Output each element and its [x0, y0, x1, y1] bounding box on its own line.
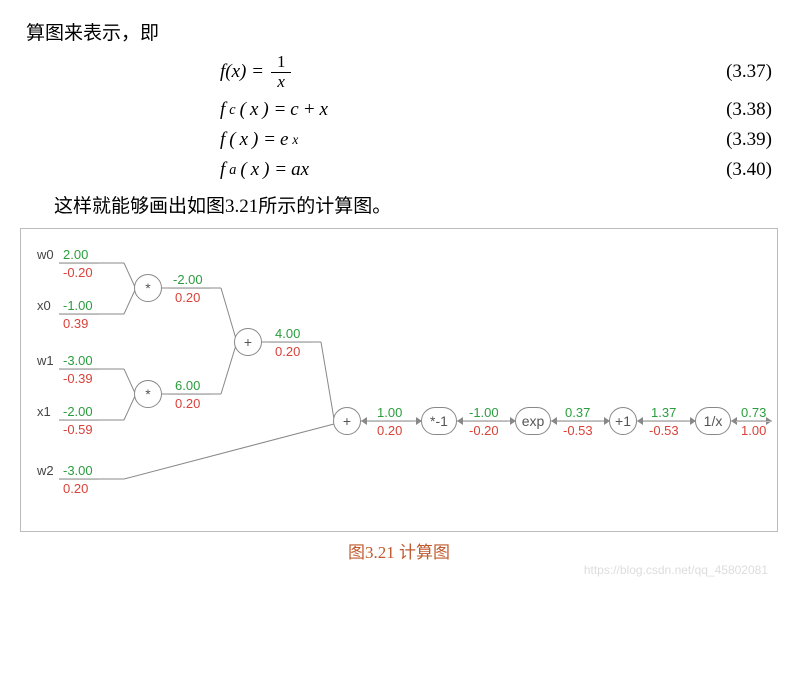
backward-value: 0.20: [63, 481, 88, 496]
input-var: w2: [37, 463, 54, 478]
watermark: https://blog.csdn.net/qq_45802081: [584, 563, 768, 577]
forward-value: 0.37: [565, 405, 590, 420]
forward-value: -2.00: [173, 272, 203, 287]
equation-number: (3.39): [708, 129, 778, 151]
forward-value: 1.37: [651, 405, 676, 420]
backward-value: 1.00: [741, 423, 766, 438]
equation-row: f(x) = 1x (3.37): [20, 53, 778, 91]
forward-value: -1.00: [469, 405, 499, 420]
input-var: w0: [37, 247, 54, 262]
backward-value: -0.53: [563, 423, 593, 438]
forward-value: -3.00: [63, 463, 93, 478]
intro-text: 算图来表示，即: [26, 18, 778, 45]
equation-block: f(x) = 1x (3.37) fc(x) = c + x (3.38) f(…: [20, 53, 778, 181]
op-node-reciprocal: 1/x: [695, 407, 731, 435]
fraction: 1x: [271, 53, 292, 91]
input-var: w1: [37, 353, 54, 368]
op-node-exp: exp: [515, 407, 551, 435]
forward-value: 2.00: [63, 247, 88, 262]
forward-value: 1.00: [377, 405, 402, 420]
backward-value: 0.20: [377, 423, 402, 438]
op-node-negate: *-1: [421, 407, 457, 435]
backward-value: -0.39: [63, 371, 93, 386]
forward-value: -1.00: [63, 298, 93, 313]
equation-row: fa(x) = ax (3.40): [20, 159, 778, 181]
backward-value: 0.20: [175, 290, 200, 305]
backward-value: 0.39: [63, 316, 88, 331]
equation-row: f(x) = ex (3.39): [20, 129, 778, 151]
computational-graph-figure: w0 2.00 -0.20 x0 -1.00 0.39 w1 -3.00 -0.…: [20, 228, 778, 532]
backward-value: -0.20: [63, 265, 93, 280]
forward-value: -3.00: [63, 353, 93, 368]
forward-value: 0.73: [741, 405, 766, 420]
equation-row: fc(x) = c + x (3.38): [20, 99, 778, 121]
backward-value: 0.20: [175, 396, 200, 411]
forward-value: 4.00: [275, 326, 300, 341]
input-var: x1: [37, 404, 51, 419]
forward-value: -2.00: [63, 404, 93, 419]
equation-number: (3.38): [708, 99, 778, 121]
graph-edges: [21, 229, 777, 531]
mid-text: 这样就能够画出如图3.21所示的计算图。: [54, 191, 778, 218]
backward-value: -0.53: [649, 423, 679, 438]
backward-value: 0.20: [275, 344, 300, 359]
forward-value: 6.00: [175, 378, 200, 393]
equation-number: (3.37): [708, 61, 778, 83]
backward-value: -0.59: [63, 422, 93, 437]
figure-caption: 图3.21 计算图: [20, 538, 778, 563]
equation-number: (3.40): [708, 159, 778, 181]
backward-value: -0.20: [469, 423, 499, 438]
input-var: x0: [37, 298, 51, 313]
